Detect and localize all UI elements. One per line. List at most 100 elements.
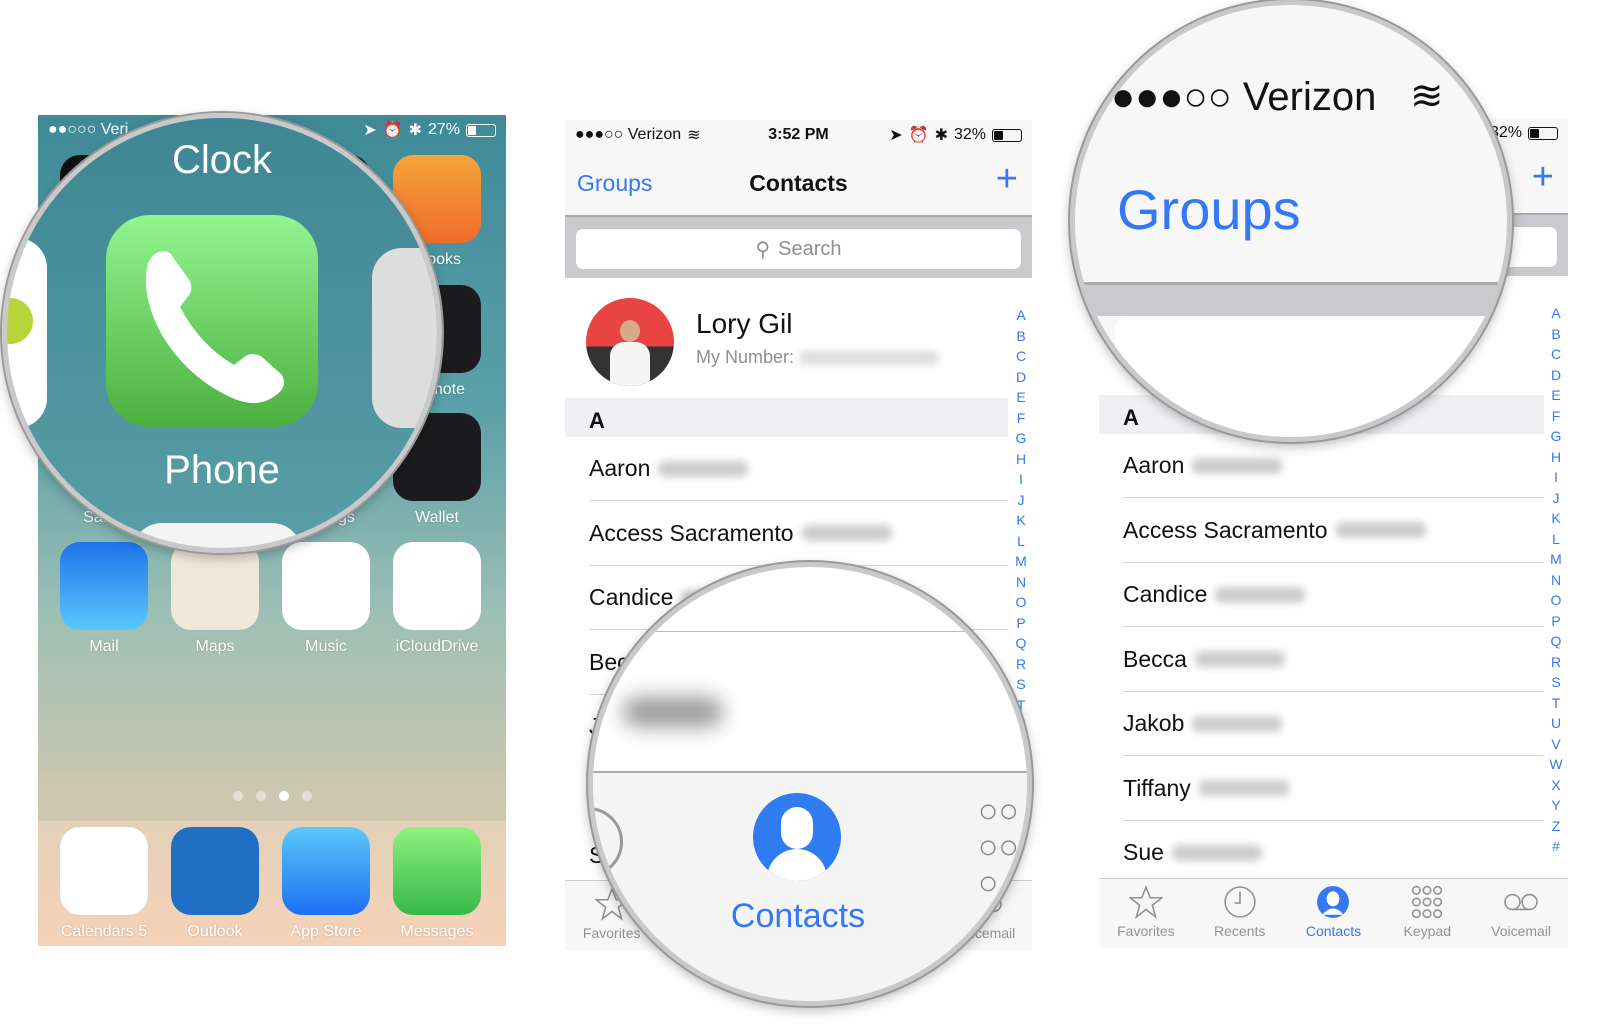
section-index[interactable]: ABCDEFGHIJKLMNOPQRSTUVWXYZ# bbox=[1549, 303, 1563, 857]
index-letter-F[interactable]: F bbox=[1549, 406, 1563, 427]
index-letter-N[interactable]: N bbox=[1014, 572, 1028, 593]
add-contact-button[interactable]: + bbox=[1532, 156, 1554, 199]
index-letter-K[interactable]: K bbox=[1549, 508, 1563, 529]
contact-row[interactable]: Jakob bbox=[1123, 692, 1544, 756]
tab-recents[interactable]: Recents bbox=[1193, 879, 1287, 948]
person-icon[interactable] bbox=[753, 793, 841, 881]
contact-row[interactable]: Access Sacramento bbox=[1123, 499, 1544, 563]
dock-app-app-store[interactable]: App Store bbox=[282, 827, 370, 941]
index-letter-J[interactable]: J bbox=[1549, 488, 1563, 509]
app-label: Messages bbox=[400, 923, 474, 940]
tab-keypad[interactable]: Keypad bbox=[1380, 879, 1474, 948]
tab-favorites[interactable]: Favorites bbox=[1099, 879, 1193, 948]
page-indicator[interactable] bbox=[38, 791, 506, 801]
contact-row[interactable]: Aaron bbox=[589, 437, 1008, 501]
index-letter-S[interactable]: S bbox=[1549, 672, 1563, 693]
index-letter-A[interactable]: A bbox=[1014, 305, 1028, 326]
index-letter-C[interactable]: C bbox=[1549, 344, 1563, 365]
dock-app-messages[interactable]: Messages bbox=[393, 827, 481, 941]
contact-first-name: Candice bbox=[589, 584, 674, 610]
page-dot[interactable] bbox=[255, 791, 266, 801]
search-input[interactable]: ⚲ Search bbox=[576, 229, 1021, 269]
index-letter-P[interactable]: P bbox=[1014, 613, 1028, 634]
redacted-name bbox=[623, 697, 723, 727]
index-letter-E[interactable]: E bbox=[1014, 387, 1028, 408]
index-letter-Y[interactable]: Y bbox=[1549, 795, 1563, 816]
contact-row[interactable]: Becca bbox=[1123, 628, 1544, 692]
groups-button-magnified[interactable]: Groups bbox=[1117, 177, 1301, 242]
my-card[interactable]: Lory Gil My Number: bbox=[565, 292, 1008, 387]
index-letter-A[interactable]: A bbox=[1549, 303, 1563, 324]
index-letter-#[interactable]: # bbox=[1549, 836, 1563, 857]
contact-first-name: Access Sacramento bbox=[1123, 516, 1328, 543]
app-icon-maps[interactable]: Maps bbox=[171, 542, 259, 656]
contact-row[interactable]: Sue bbox=[1123, 821, 1544, 885]
index-letter-X[interactable]: X bbox=[1549, 775, 1563, 796]
index-letter-M[interactable]: M bbox=[1549, 549, 1563, 570]
page-dot[interactable] bbox=[278, 791, 289, 801]
index-letter-C[interactable]: C bbox=[1014, 346, 1028, 367]
search-bar-magnified bbox=[1075, 282, 1507, 316]
index-letter-S[interactable]: S bbox=[1014, 674, 1028, 695]
add-contact-button[interactable]: + bbox=[996, 158, 1018, 201]
index-letter-K[interactable]: K bbox=[1014, 510, 1028, 531]
voicemail-icon bbox=[1504, 893, 1538, 911]
contact-row[interactable]: Access Sacramento bbox=[589, 502, 1008, 566]
index-letter-L[interactable]: L bbox=[1014, 531, 1028, 552]
index-letter-O[interactable]: O bbox=[1549, 590, 1563, 611]
time: 3:52 PM bbox=[768, 126, 829, 143]
index-letter-N[interactable]: N bbox=[1549, 570, 1563, 591]
index-letter-Q[interactable]: Q bbox=[1014, 633, 1028, 654]
index-letter-J[interactable]: J bbox=[1014, 490, 1028, 511]
contacts-app-icon-partial bbox=[372, 248, 437, 428]
index-letter-Q[interactable]: Q bbox=[1549, 631, 1563, 652]
index-letter-M[interactable]: M bbox=[1014, 551, 1028, 572]
index-letter-O[interactable]: O bbox=[1014, 592, 1028, 613]
page-dot[interactable] bbox=[301, 791, 312, 801]
index-letter-R[interactable]: R bbox=[1549, 652, 1563, 673]
tab-label: Keypad bbox=[1403, 923, 1452, 939]
index-letter-I[interactable]: I bbox=[1549, 467, 1563, 488]
index-letter-W[interactable]: W bbox=[1549, 754, 1563, 775]
index-letter-B[interactable]: B bbox=[1014, 326, 1028, 347]
app-icon-mail[interactable]: Mail bbox=[60, 542, 148, 656]
app-label: Mail bbox=[89, 638, 119, 655]
person-icon bbox=[1317, 886, 1350, 918]
index-letter-G[interactable]: G bbox=[1549, 426, 1563, 447]
contact-first-name: Tiffany bbox=[1123, 774, 1191, 801]
index-letter-L[interactable]: L bbox=[1549, 529, 1563, 550]
index-letter-B[interactable]: B bbox=[1549, 324, 1563, 345]
index-letter-Z[interactable]: Z bbox=[1549, 816, 1563, 837]
keypad-icon bbox=[1412, 885, 1443, 919]
search-bar: ⚲ Search bbox=[565, 215, 1032, 278]
battery-icon bbox=[992, 128, 1022, 142]
magnifier-phone: Clock Phone bbox=[2, 113, 442, 553]
index-letter-U[interactable]: U bbox=[1549, 713, 1563, 734]
index-letter-H[interactable]: H bbox=[1549, 447, 1563, 468]
page-dot[interactable] bbox=[232, 791, 243, 801]
dock-app-outlook[interactable]: Outlook bbox=[171, 827, 259, 941]
contact-row[interactable]: Tiffany bbox=[1123, 757, 1544, 821]
contact-row[interactable]: Candice bbox=[1123, 563, 1544, 627]
app-icon-iclouddrive[interactable]: iCloudDrive bbox=[393, 542, 481, 656]
index-letter-T[interactable]: T bbox=[1549, 693, 1563, 714]
index-letter-I[interactable]: I bbox=[1014, 469, 1028, 490]
phone-app-icon[interactable] bbox=[106, 215, 318, 427]
index-letter-H[interactable]: H bbox=[1014, 449, 1028, 470]
index-letter-P[interactable]: P bbox=[1549, 611, 1563, 632]
index-letter-R[interactable]: R bbox=[1014, 654, 1028, 675]
tab-label: Voicemail bbox=[1491, 923, 1552, 939]
index-letter-F[interactable]: F bbox=[1014, 408, 1028, 429]
app-icon-music[interactable]: Music bbox=[282, 542, 370, 656]
index-letter-D[interactable]: D bbox=[1549, 365, 1563, 386]
outlook-icon bbox=[171, 827, 259, 915]
index-letter-D[interactable]: D bbox=[1014, 367, 1028, 388]
contact-row[interactable]: Aaron bbox=[1123, 434, 1544, 498]
index-letter-G[interactable]: G bbox=[1014, 428, 1028, 449]
index-letter-V[interactable]: V bbox=[1549, 734, 1563, 755]
contacts-tab-label[interactable]: Contacts bbox=[593, 897, 1003, 936]
tab-voicemail[interactable]: Voicemail bbox=[1474, 879, 1568, 948]
index-letter-E[interactable]: E bbox=[1549, 385, 1563, 406]
tab-contacts[interactable]: Contacts bbox=[1287, 879, 1381, 948]
dock-app-calendars-5[interactable]: Calendars 5 bbox=[60, 827, 148, 941]
